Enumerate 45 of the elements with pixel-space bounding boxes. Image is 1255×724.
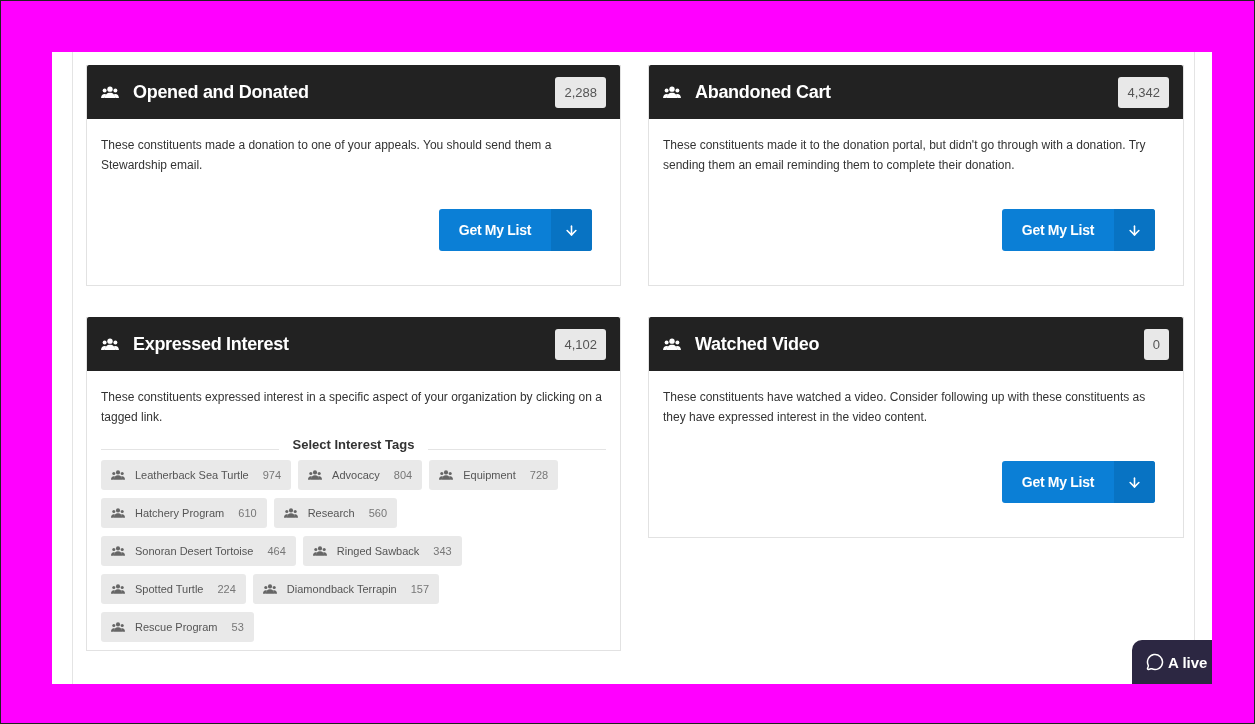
- interest-tag[interactable]: Rescue Program 53: [101, 612, 254, 642]
- card-description: These constituents made it to the donation portal, but didn't go through with a donation. Try sending them an email reminding them to complete their donation.: [663, 137, 1147, 174]
- interest-tag[interactable]: Ringed Sawback 343: [302, 536, 462, 566]
- interest-tag[interactable]: Leatherback Sea Turtle 974: [101, 460, 292, 490]
- people-icon: [312, 546, 327, 556]
- card-title: Opened and Donated: [133, 81, 310, 103]
- interest-tag[interactable]: Equipment 728: [429, 460, 559, 490]
- card-title: Abandoned Cart: [695, 81, 832, 103]
- interest-tag[interactable]: Research 560: [273, 498, 398, 528]
- people-icon: [111, 622, 125, 632]
- people-icon: [663, 85, 681, 99]
- people-icon: [101, 85, 119, 99]
- count-badge: 4,342: [1118, 76, 1169, 108]
- people-icon: [308, 470, 323, 480]
- count-badge: 2,288: [555, 76, 606, 108]
- live-chat-button[interactable]: A live: [1132, 640, 1212, 684]
- people-icon: [663, 337, 681, 351]
- interest-tag[interactable]: Sonoran Desert Tortoise 464: [101, 536, 296, 566]
- interest-tag[interactable]: Advocacy 804: [298, 460, 423, 490]
- get-list-button[interactable]: Get My List: [1001, 461, 1155, 503]
- get-list-button[interactable]: Get My List: [438, 209, 592, 251]
- card-title: Expressed Interest: [133, 333, 290, 355]
- people-icon: [111, 546, 125, 556]
- tags-heading: Select Interest Tags: [292, 437, 415, 452]
- people-icon: [111, 584, 125, 594]
- people-icon: [283, 508, 298, 518]
- get-list-button[interactable]: Get My List: [1001, 209, 1155, 251]
- people-icon: [101, 337, 119, 351]
- download-arrow-icon: [1127, 222, 1142, 238]
- interest-tag[interactable]: Hatchery Program 610: [101, 498, 267, 528]
- interest-tag[interactable]: Spotted Turtle 224: [101, 574, 246, 604]
- chat-icon: [1146, 653, 1164, 671]
- card-description: These constituents have watched a video. Consider following up with these constituents as they have expressed interest in the video content.: [663, 389, 1147, 426]
- people-icon: [111, 470, 125, 480]
- people-icon: [262, 584, 277, 594]
- interest-tag[interactable]: Diamondback Terrapin 157: [252, 574, 440, 604]
- download-arrow-icon: [1127, 474, 1142, 490]
- count-badge: 4,102: [555, 328, 606, 360]
- download-arrow-icon: [564, 222, 579, 238]
- card-description: These constituents made a donation to one of your appeals. You should send them a Stewardship email.: [101, 137, 553, 174]
- people-icon: [439, 470, 454, 480]
- card-description: These constituents expressed interest in a specific aspect of your organization by clicking on a tagged link.: [101, 389, 603, 426]
- count-badge: 0: [1143, 328, 1169, 360]
- card-title: Watched Video: [695, 333, 821, 355]
- people-icon: [111, 508, 125, 518]
